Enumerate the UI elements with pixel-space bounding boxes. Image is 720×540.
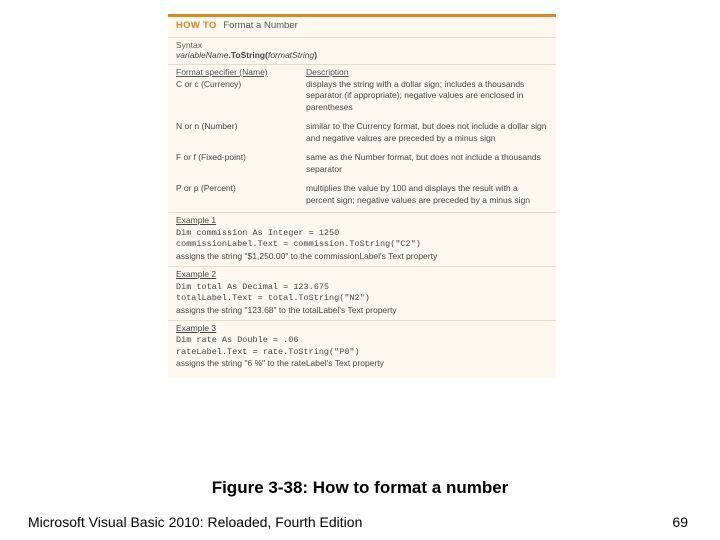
howto-title: Format a Number bbox=[223, 20, 297, 31]
desc-cell: similar to the Currency format, but does… bbox=[306, 121, 548, 144]
desc-cell: same as the Number format, but does not … bbox=[306, 152, 548, 175]
syntax-bold: .ToString( bbox=[228, 50, 268, 60]
desc-cell: multiplies the value by 100 and displays… bbox=[306, 183, 548, 206]
page-number: 69 bbox=[672, 514, 688, 530]
spec-cell: N or n (Number) bbox=[176, 121, 306, 144]
footer-book-title: Microsoft Visual Basic 2010: Reloaded, F… bbox=[28, 514, 362, 530]
spec-cell: F or f (Fixed-point) bbox=[176, 152, 306, 175]
desc-cell: displays the string with a dollar sign; … bbox=[306, 79, 548, 113]
example-explain: assigns the string "123.68" to the total… bbox=[176, 305, 548, 316]
syntax-mid: formatString bbox=[268, 50, 314, 60]
table-row: P or p (Percent) multiplies the value by… bbox=[176, 183, 548, 206]
table-row: F or f (Fixed-point) same as the Number … bbox=[176, 152, 548, 175]
example-label: Example 3 bbox=[176, 323, 548, 334]
spec-cell: C or c (Currency) bbox=[176, 79, 306, 113]
syntax-close: ) bbox=[314, 50, 317, 60]
figure-caption: Figure 3-38: How to format a number bbox=[0, 478, 720, 498]
spec-cell: P or p (Percent) bbox=[176, 183, 306, 206]
howto-badge: HOW TO bbox=[176, 20, 217, 31]
example-2: Example 2 Dim total As Decimal = 123.675… bbox=[168, 266, 556, 320]
example-code: totalLabel.Text = total.ToString("N2") bbox=[176, 293, 548, 304]
example-code: Dim rate As Double = .06 bbox=[176, 335, 548, 346]
example-1: Example 1 Dim commission As Integer = 12… bbox=[168, 212, 556, 266]
example-code: Dim total As Decimal = 123.675 bbox=[176, 282, 548, 293]
table-row: C or c (Currency) displays the string wi… bbox=[176, 79, 548, 113]
example-label: Example 1 bbox=[176, 215, 548, 226]
example-explain: assigns the string "6 %" to the rateLabe… bbox=[176, 358, 548, 369]
syntax-label: Syntax bbox=[168, 37, 556, 50]
col2-header: Description bbox=[306, 67, 548, 77]
example-code: Dim commission As Integer = 1250 bbox=[176, 228, 548, 239]
example-label: Example 2 bbox=[176, 269, 548, 280]
syntax-line: variableName.ToString(formatString) bbox=[168, 50, 556, 64]
howto-panel: HOW TO Format a Number Syntax variableNa… bbox=[168, 14, 556, 378]
example-explain: assigns the string "$1,250.00" to the co… bbox=[176, 251, 548, 262]
example-3: Example 3 Dim rate As Double = .06 rateL… bbox=[168, 320, 556, 374]
col1-header: Format specifier (Name) bbox=[176, 67, 306, 77]
table-header: Format specifier (Name) Description bbox=[176, 67, 548, 77]
format-spec-table: Format specifier (Name) Description C or… bbox=[168, 64, 556, 212]
example-code: rateLabel.Text = rate.ToString("P0") bbox=[176, 347, 548, 358]
panel-header: HOW TO Format a Number bbox=[168, 17, 556, 35]
example-code: commissionLabel.Text = commission.ToStri… bbox=[176, 239, 548, 250]
syntax-prefix: variableName bbox=[176, 50, 228, 60]
table-row: N or n (Number) similar to the Currency … bbox=[176, 121, 548, 144]
